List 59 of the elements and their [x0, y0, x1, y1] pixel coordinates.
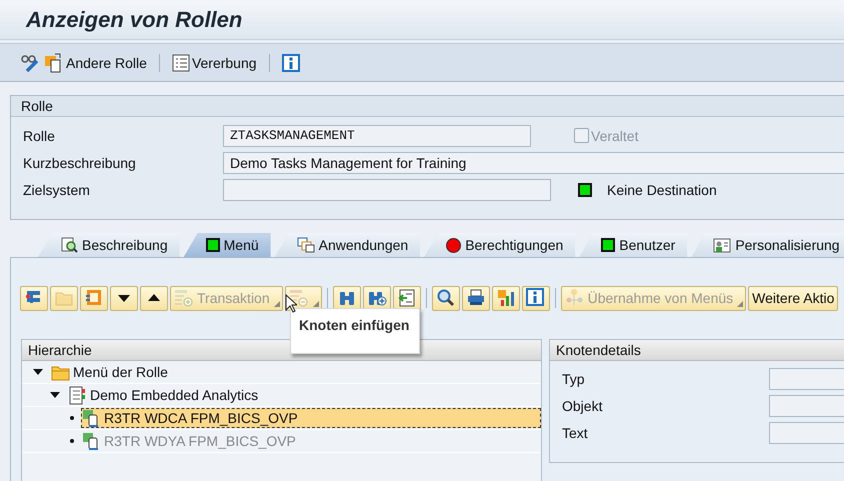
tab[interactable]: Beschreibung — [38, 233, 180, 257]
field-label: Typ — [562, 370, 586, 386]
field-label: Zielsystem — [23, 182, 91, 198]
tree-node[interactable]: Menü der Rolle — [50, 362, 175, 382]
input-field[interactable]: Demo Tasks Management for Training — [223, 152, 844, 174]
down-arrow-button[interactable] — [110, 286, 138, 310]
tab[interactable]: Anwendungen — [274, 233, 420, 257]
tab[interactable]: Menü — [184, 233, 271, 257]
magnifier-button[interactable] — [432, 286, 460, 310]
field-label: Text — [562, 424, 589, 440]
status-text: Keine Destination — [607, 182, 717, 198]
input-field[interactable]: ZTASKSMANAGEMENT — [223, 124, 531, 146]
tab[interactable]: Benutzer — [579, 233, 688, 257]
person-card-icon — [713, 236, 732, 254]
list-icon — [172, 54, 190, 72]
tab[interactable]: Personalisierung — [691, 233, 844, 257]
info-button[interactable] — [522, 286, 550, 310]
glasses-pencil-icon — [20, 54, 40, 72]
menu-button[interactable]: Weitere Aktio — [748, 286, 838, 310]
chart-button[interactable] — [492, 286, 520, 310]
application-icon — [82, 432, 101, 450]
info-icon — [526, 288, 546, 308]
up-arrow-button[interactable] — [140, 286, 168, 310]
other-role-button[interactable]: Andere Rolle — [42, 50, 149, 74]
field-label: Kurzbeschreibung — [23, 154, 137, 170]
tree-node[interactable]: Demo Embedded Analytics — [67, 385, 266, 405]
import-icon — [396, 288, 417, 308]
input-field[interactable] — [223, 178, 551, 200]
info-button[interactable] — [280, 52, 302, 74]
frame-button[interactable] — [80, 286, 108, 310]
import-button[interactable] — [392, 286, 421, 310]
field-label: Rolle — [23, 128, 56, 144]
magnifier-document-icon — [60, 236, 78, 254]
windows-icon — [296, 236, 315, 254]
field-label: Objekt — [562, 398, 604, 414]
frame-icon — [84, 288, 104, 308]
chart-icon — [496, 288, 516, 308]
mouse-pointer-icon — [285, 294, 297, 313]
info-icon — [282, 54, 300, 72]
input-field[interactable] — [768, 394, 844, 416]
panel-title: Knotendetails — [550, 340, 844, 361]
page-title: Anzeigen von Rollen — [26, 6, 242, 32]
application-icon — [82, 408, 101, 428]
printer-icon — [466, 288, 486, 308]
list-plus-icon — [174, 288, 194, 308]
tab[interactable]: Berechtigungen — [424, 233, 576, 257]
input-field[interactable] — [768, 368, 844, 390]
printer-button[interactable] — [462, 286, 490, 310]
nodes-icon — [564, 288, 585, 308]
magnifier-icon — [436, 288, 456, 308]
bullet-icon — [69, 438, 75, 444]
tooltip: Knoten einfügen — [290, 308, 420, 354]
input-field[interactable] — [768, 422, 844, 444]
group-title: Rolle — [11, 96, 844, 117]
bullet-icon — [69, 415, 75, 421]
tree-node[interactable]: R3TR WDCA FPM_BICS_OVP — [81, 408, 541, 428]
tool-button[interactable] — [20, 286, 48, 310]
list-minus-icon — [288, 288, 309, 308]
inheritance-button[interactable]: Vererbung — [170, 52, 259, 74]
